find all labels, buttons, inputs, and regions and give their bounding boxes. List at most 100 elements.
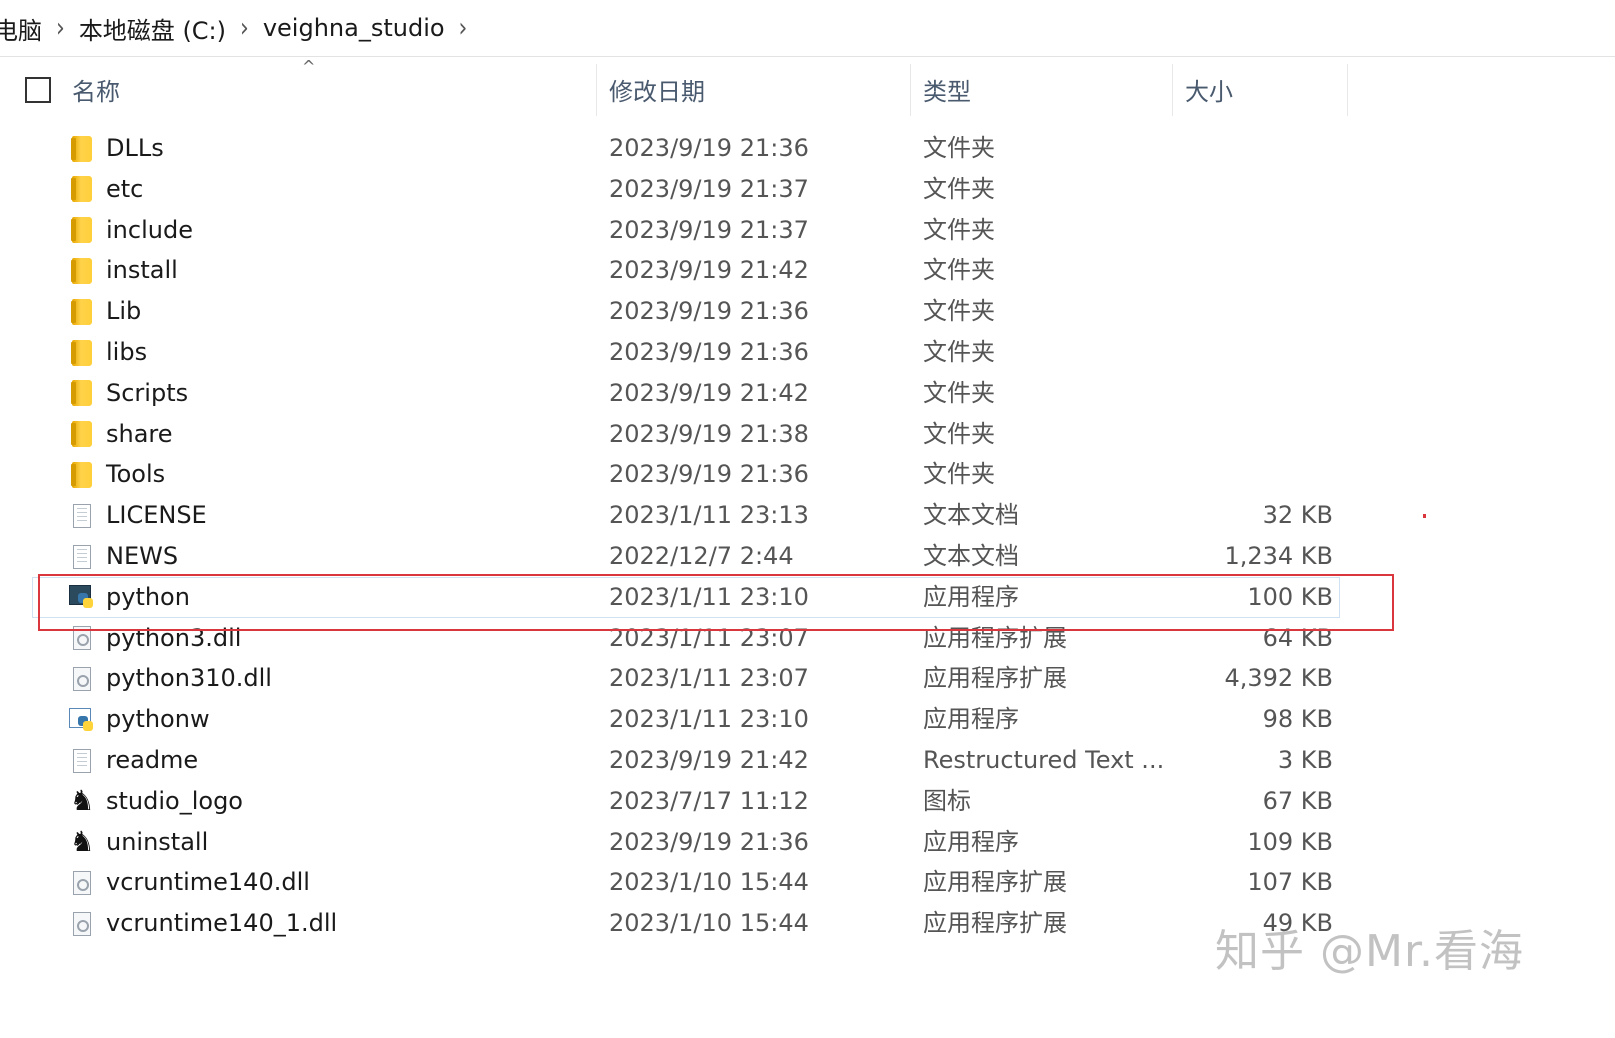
breadcrumb: 电脑 › 本地磁盘 (C:) › veighna_studio › <box>0 0 1615 57</box>
column-header-type[interactable]: 类型 <box>923 60 971 118</box>
file-name: Lib <box>106 297 142 326</box>
text-document-icon-glyph <box>73 748 91 773</box>
file-name: Scripts <box>106 378 189 407</box>
file-type: 文本文档 <box>923 542 1019 570</box>
file-size: 98 KB <box>1262 705 1333 734</box>
column-divider[interactable] <box>1172 64 1173 116</box>
file-row[interactable]: install 2023/9/19 21:42 文件夹 <box>0 250 1400 291</box>
file-type: 文件夹 <box>923 378 995 407</box>
file-modified-date: 2023/9/19 21:38 <box>609 419 809 448</box>
folder-icon-glyph <box>71 380 92 407</box>
breadcrumb-label: 本地磁盘 (C:) <box>78 16 227 45</box>
chevron-right-icon[interactable]: › <box>56 13 65 43</box>
file-row[interactable]: LICENSE 2023/1/11 23:13 文本文档 32 KB <box>0 495 1400 536</box>
breadcrumb-item-pc[interactable]: 电脑 <box>0 0 42 56</box>
file-size <box>1170 250 1333 291</box>
column-header-label: 大小 <box>1185 77 1233 106</box>
breadcrumb-label: 电脑 <box>0 16 42 45</box>
file-row[interactable]: vcruntime140.dll 2023/1/10 15:44 应用程序扩展 107… <box>0 862 1400 903</box>
file-type: 应用程序 <box>923 827 1019 856</box>
column-header-label: 类型 <box>923 77 971 106</box>
file-row[interactable]: share 2023/9/19 21:38 文件夹 <box>0 414 1400 455</box>
file-name: etc <box>106 174 144 203</box>
file-row[interactable]: NEWS 2022/12/7 2:44 文本文档 1,234 KB <box>0 536 1400 577</box>
column-divider[interactable] <box>1347 64 1348 116</box>
file-row[interactable]: libs 2023/9/19 21:36 文件夹 <box>0 332 1400 373</box>
horse-logo-icon-glyph: ♞ <box>69 825 95 859</box>
file-row[interactable]: ♞ uninstall 2023/9/19 21:36 应用程序 109 KB <box>0 822 1400 863</box>
file-modified-date: 2022/12/7 2:44 <box>609 542 794 570</box>
file-row[interactable]: python310.dll 2023/1/11 23:07 应用程序扩展 4,392 … <box>0 658 1400 699</box>
column-header-size[interactable]: 大小 <box>1185 60 1233 118</box>
file-row[interactable]: Tools 2023/9/19 21:36 文件夹 <box>0 454 1400 495</box>
file-row[interactable]: Lib 2023/9/19 21:36 文件夹 <box>0 291 1400 332</box>
file-modified-date: 2023/9/19 21:36 <box>609 134 809 162</box>
file-size <box>1170 210 1333 251</box>
file-name: uninstall <box>106 827 209 856</box>
file-size: 107 KB <box>1247 868 1333 897</box>
folder-icon <box>68 250 96 291</box>
file-type: Restructured Text ... <box>923 746 1165 774</box>
file-size <box>1170 332 1333 373</box>
file-size: 32 KB <box>1262 501 1333 530</box>
file-row[interactable]: etc 2023/9/19 21:37 文件夹 <box>0 169 1400 210</box>
file-row[interactable]: ♞ studio_logo 2023/7/17 11:12 图标 67 KB <box>0 781 1400 822</box>
column-header-name[interactable]: 名称 <box>72 60 120 118</box>
dll-icon-glyph <box>73 911 91 936</box>
file-size <box>1170 169 1333 210</box>
file-row[interactable]: vcruntime140_1.dll 2023/1/10 15:44 应用程序扩展 4… <box>0 903 1400 944</box>
folder-icon-glyph <box>71 461 92 488</box>
folder-icon <box>68 454 96 495</box>
column-header: 名称 修改日期 类型 大小 <box>0 60 1390 118</box>
file-size <box>1170 373 1333 414</box>
folder-icon <box>68 291 96 332</box>
file-row[interactable]: include 2023/9/19 21:37 文件夹 <box>0 210 1400 251</box>
file-name: NEWS <box>106 542 179 570</box>
file-type: 文件夹 <box>923 256 995 285</box>
file-row[interactable]: Scripts 2023/9/19 21:42 文件夹 <box>0 373 1400 414</box>
pythonw-exe-icon-glyph <box>69 707 95 732</box>
file-type: 应用程序扩展 <box>923 909 1067 938</box>
file-type: 文件夹 <box>923 460 995 489</box>
text-document-icon <box>68 495 96 536</box>
dll-icon <box>68 658 96 699</box>
file-size <box>1170 291 1333 332</box>
breadcrumb-item-veighna-studio[interactable]: veighna_studio <box>263 0 445 56</box>
folder-icon <box>68 332 96 373</box>
file-name: share <box>106 419 173 448</box>
chevron-right-icon[interactable]: › <box>240 13 249 43</box>
file-size: 1,234 KB <box>1224 542 1333 570</box>
breadcrumb-label: veighna_studio <box>262 14 445 42</box>
text-document-icon <box>68 536 96 577</box>
file-name: readme <box>106 746 199 774</box>
column-header-date[interactable]: 修改日期 <box>609 60 705 118</box>
column-divider[interactable] <box>910 64 911 116</box>
dll-icon <box>68 862 96 903</box>
folder-icon-glyph <box>71 217 92 244</box>
breadcrumb-item-local-disk[interactable]: 本地磁盘 (C:) <box>79 0 226 56</box>
text-document-icon-glyph <box>73 503 91 528</box>
file-type: 应用程序扩展 <box>923 868 1067 897</box>
file-name: python310.dll <box>106 664 272 693</box>
file-size: 67 KB <box>1262 786 1333 815</box>
highlight-annotation-box <box>38 574 1394 631</box>
chevron-right-icon[interactable]: › <box>459 13 468 43</box>
folder-icon <box>68 128 96 169</box>
file-row[interactable]: readme 2023/9/19 21:42 Restructured Text .… <box>0 740 1400 781</box>
file-modified-date: 2023/9/19 21:36 <box>609 827 809 856</box>
file-row[interactable]: DLLs 2023/9/19 21:36 文件夹 <box>0 128 1400 169</box>
folder-icon-glyph <box>71 176 92 203</box>
column-divider[interactable] <box>596 64 597 116</box>
file-name: vcruntime140_1.dll <box>106 909 338 938</box>
folder-icon <box>68 210 96 251</box>
folder-icon <box>68 414 96 455</box>
file-name: DLLs <box>106 134 164 162</box>
file-name: include <box>106 215 193 244</box>
file-type: 文件夹 <box>923 215 995 244</box>
folder-icon <box>68 373 96 414</box>
dll-icon <box>68 903 96 944</box>
file-name: vcruntime140.dll <box>106 868 310 897</box>
file-name: install <box>106 256 178 285</box>
file-modified-date: 2023/9/19 21:42 <box>609 746 809 774</box>
file-row[interactable]: pythonw 2023/1/11 23:10 应用程序 98 KB <box>0 699 1400 740</box>
